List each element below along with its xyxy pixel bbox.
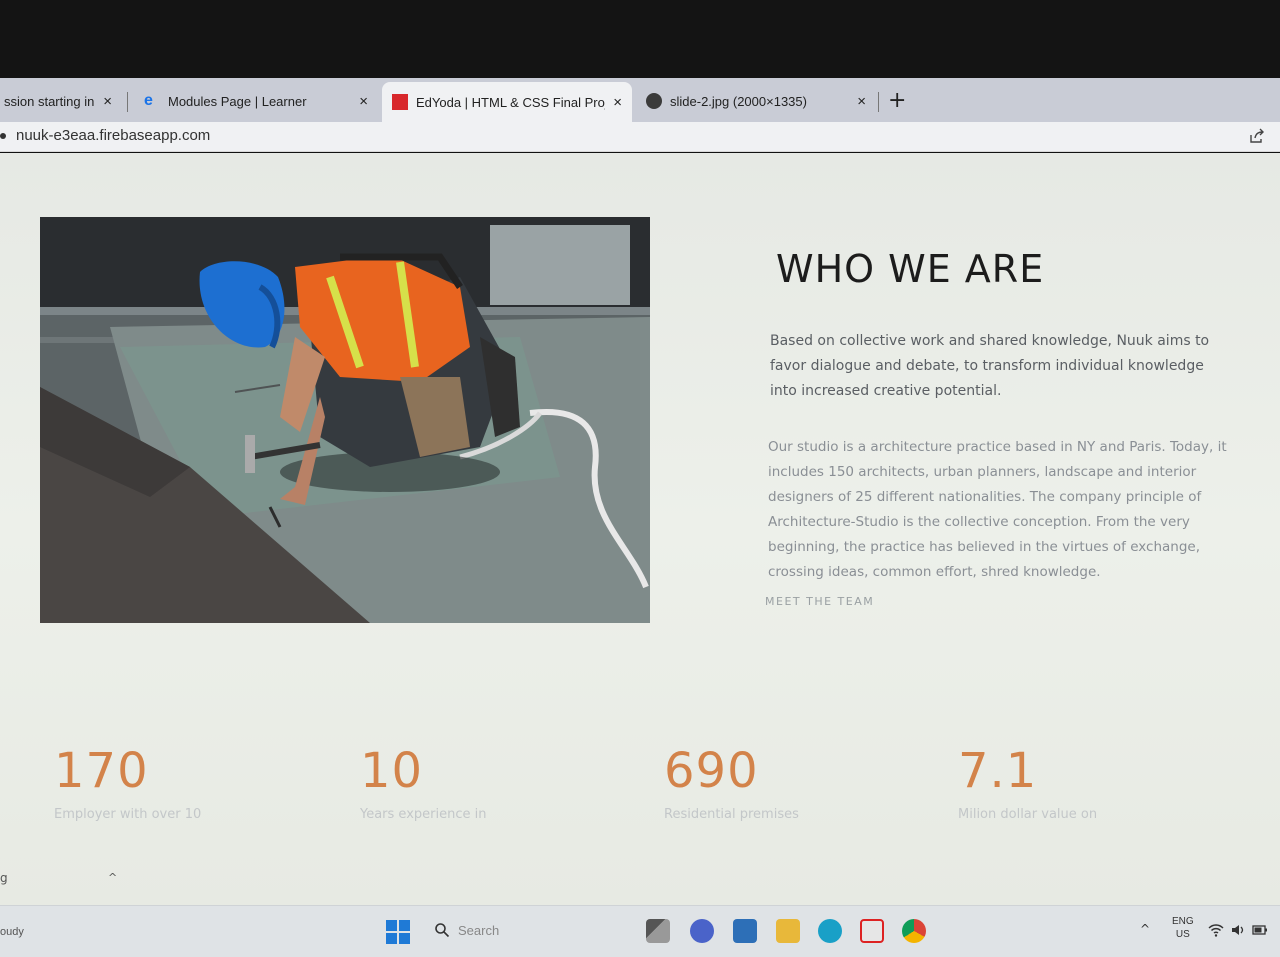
battery-icon[interactable] <box>1252 922 1268 938</box>
stat-caption: Milion dollar value on <box>958 807 1098 822</box>
close-icon[interactable]: × <box>359 93 368 110</box>
close-icon[interactable]: × <box>103 93 112 110</box>
stat-value: 7.1 <box>958 743 1038 799</box>
construction-photo <box>40 217 650 623</box>
tab-edyoda[interactable]: EdYoda | HTML & CSS Final Proje × <box>382 82 632 122</box>
body-paragraph: Our studio is a architecture practice ba… <box>768 439 1227 580</box>
volume-icon[interactable] <box>1230 922 1246 938</box>
red-square-icon <box>392 94 408 110</box>
lead-paragraph: Based on collective work and shared know… <box>770 333 1210 399</box>
windows-start-icon[interactable] <box>386 920 410 944</box>
address-bar[interactable]: nuuk-e3eaa.firebaseapp.com <box>0 122 1280 152</box>
language-indicator[interactable]: ENG US <box>1172 915 1194 941</box>
search-icon[interactable] <box>434 922 450 938</box>
browser-tabstrip: ssion starting in × e Modules Page | Lea… <box>0 78 1280 122</box>
tab-label: Modules Page | Learner <box>168 93 307 109</box>
stat-caption: Residential premises <box>664 807 799 822</box>
wifi-icon[interactable] <box>1208 922 1224 938</box>
tab-label: slide-2.jpg (2000×1335) <box>670 93 807 109</box>
weather-widget[interactable]: oudy <box>0 926 24 938</box>
tab-modules[interactable]: e Modules Page | Learner × <box>134 84 378 118</box>
stat-value-millions: 7.1 Milion dollar value on <box>958 743 1097 822</box>
section-title: WHO WE ARE <box>776 247 1045 291</box>
chevron-up-icon[interactable]: ^ <box>108 871 117 884</box>
close-icon[interactable]: × <box>613 94 622 111</box>
globe-icon <box>646 93 662 109</box>
site-info-icon[interactable] <box>0 133 6 139</box>
stat-caption: Years experience in <box>360 807 487 822</box>
wps-office-icon[interactable] <box>860 919 884 943</box>
tab-label: EdYoda | HTML & CSS Final Proje <box>416 94 606 110</box>
stat-years: 10 Years experience in <box>360 743 486 822</box>
screen-bezel <box>0 0 1280 82</box>
tab-divider <box>127 92 128 112</box>
edge-browser-icon[interactable] <box>818 919 842 943</box>
taskbar-search-input[interactable]: Search <box>458 923 499 938</box>
chrome-icon[interactable] <box>902 919 926 943</box>
tab-slide-image[interactable]: slide-2.jpg (2000×1335) × <box>636 84 876 118</box>
stat-value: 690 <box>664 743 759 799</box>
edge-e-icon: e <box>144 92 153 109</box>
task-view-icon[interactable] <box>646 919 670 943</box>
chat-icon[interactable] <box>690 919 714 943</box>
lang-code: ENG <box>1172 916 1194 927</box>
share-icon[interactable] <box>1248 127 1266 145</box>
file-explorer-icon[interactable] <box>776 919 800 943</box>
tab-divider <box>878 92 879 112</box>
meet-the-team-link[interactable]: MEET THE TEAM <box>765 595 874 608</box>
tab-label: ssion starting in <box>4 93 95 109</box>
store-icon[interactable] <box>733 919 757 943</box>
tray-overflow-icon[interactable]: ^ <box>1140 922 1150 936</box>
stat-value: 10 <box>360 743 424 799</box>
region-code: US <box>1175 929 1190 940</box>
url-text[interactable]: nuuk-e3eaa.firebaseapp.com <box>16 127 210 144</box>
page-content: WHO WE ARE Based on collective work and … <box>0 153 1280 905</box>
page-edge-text: g <box>0 871 8 885</box>
stat-residential: 690 Residential premises <box>664 743 799 822</box>
stat-employees: 170 Employer with over 10 <box>54 743 201 822</box>
stat-caption: Employer with over 10 <box>54 807 202 822</box>
stat-value: 170 <box>54 743 149 799</box>
new-tab-button[interactable]: + <box>888 88 906 113</box>
hero-image <box>40 217 650 623</box>
close-icon[interactable]: × <box>857 93 866 110</box>
tab-session[interactable]: ssion starting in × <box>0 84 122 118</box>
os-taskbar: oudy Search ^ ENG US <box>0 905 1280 957</box>
